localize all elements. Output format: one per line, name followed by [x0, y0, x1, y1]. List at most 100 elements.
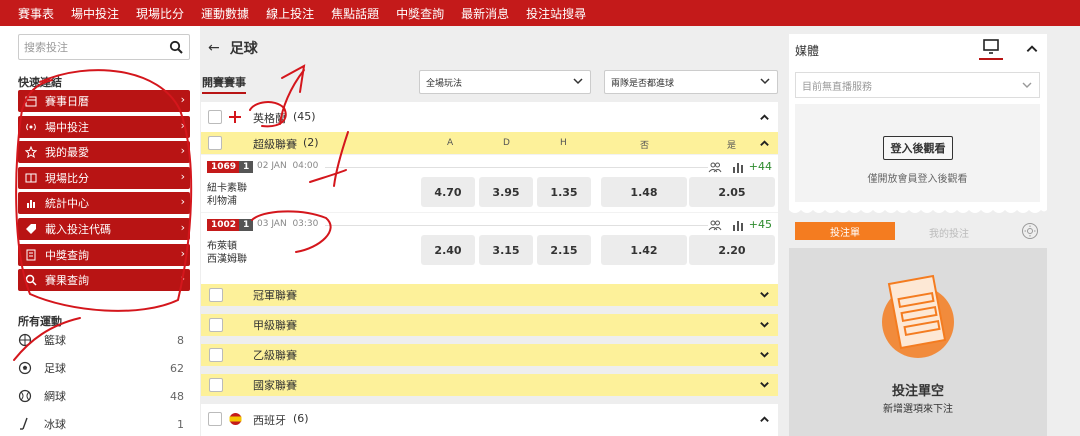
quick-link-favourites[interactable]: 我的最愛 ›	[18, 141, 190, 164]
league-count: (6)	[293, 412, 309, 425]
quick-link-label: 載入投注代碼	[45, 222, 111, 236]
odds-button-yes[interactable]: 2.20	[689, 235, 775, 265]
betslip-empty-panel: 投注單空 新增選項來下注	[789, 248, 1047, 436]
login-to-watch-button[interactable]: 登入後觀看	[883, 136, 953, 160]
tab-my-bets[interactable]: 我的投注	[929, 225, 969, 240]
nav-live-scores[interactable]: 現場比分	[136, 5, 184, 22]
league-checkbox[interactable]	[208, 412, 222, 426]
match-id-badge: 1069	[207, 161, 241, 173]
odds-button-away[interactable]: 2.40	[421, 235, 475, 265]
divider	[325, 225, 708, 226]
chevron-right-icon: ›	[180, 246, 185, 260]
sport-label: 網球	[44, 390, 66, 403]
tennis-icon	[18, 389, 32, 403]
chevron-down-icon	[1022, 82, 1032, 88]
sub-league-champions[interactable]: 冠軍聯賽	[201, 284, 778, 306]
sports-list: 籃球 8 足球 62 網球 48 冰球 1	[18, 326, 190, 436]
sub-league-checkbox[interactable]	[209, 378, 223, 392]
sub-league-name: 國家聯賽	[253, 379, 297, 392]
lineup-icon[interactable]	[708, 160, 722, 174]
england-flag-icon	[229, 111, 241, 123]
chevron-down-icon[interactable]	[759, 379, 770, 390]
gear-icon[interactable]	[1021, 222, 1039, 240]
col-header-no: 否	[640, 141, 650, 151]
chevron-up-icon[interactable]	[1025, 42, 1039, 56]
quick-link-calendar[interactable]: 賽事日曆 ›	[18, 90, 190, 112]
league-header-england[interactable]: 英格蘭 (45)	[201, 102, 778, 132]
back-arrow-icon[interactable]: ←	[208, 40, 220, 56]
chevron-down-icon[interactable]	[759, 349, 770, 360]
sub-league-league-one[interactable]: 甲級聯賽	[201, 314, 778, 336]
search-icon[interactable]	[169, 40, 183, 54]
odds-button-yes[interactable]: 2.05	[689, 177, 775, 207]
sport-item-basketball[interactable]: 籃球 8	[18, 326, 190, 354]
hockey-icon	[20, 417, 28, 430]
quick-link-label: 場中投注	[45, 120, 89, 134]
scoreboard-icon	[25, 173, 37, 183]
chevron-up-icon[interactable]	[759, 414, 770, 425]
search-box	[18, 34, 190, 60]
odds-button-no[interactable]: 1.42	[601, 235, 687, 265]
sport-item-tennis[interactable]: 網球 48	[18, 382, 190, 410]
league-checkbox[interactable]	[208, 110, 222, 124]
odds-button-away[interactable]: 4.70	[421, 177, 475, 207]
sub-league-checkbox[interactable]	[208, 136, 222, 150]
nav-online-betting[interactable]: 線上投注	[266, 5, 314, 22]
monitor-icon[interactable]	[980, 38, 1002, 56]
away-team: 利物浦	[207, 196, 237, 207]
chevron-right-icon: ›	[180, 272, 185, 286]
league-spain[interactable]: 西班牙 (6)	[201, 404, 778, 436]
quick-link-live[interactable]: 場中投注 ›	[18, 115, 190, 138]
login-note: 僅開放會員登入後觀看	[867, 174, 968, 185]
tab-pre-match[interactable]: 開賽賽事	[202, 74, 246, 94]
odds-button-draw[interactable]: 3.95	[479, 177, 533, 207]
more-markets-link[interactable]: +44	[749, 160, 772, 173]
stats-icon	[27, 200, 35, 209]
odds-button-home[interactable]: 1.35	[537, 177, 591, 207]
quick-link-bet-code[interactable]: 載入投注代碼 ›	[18, 217, 190, 240]
sub-league-name: 甲級聯賽	[253, 319, 297, 332]
tab-betslip[interactable]: 投注單	[795, 222, 895, 240]
quick-link-label: 中獎查詢	[45, 248, 89, 262]
sub-league-national[interactable]: 國家聯賽	[201, 374, 778, 396]
nav-outlet-search[interactable]: 投注站搜尋	[526, 5, 586, 22]
market-dropdown[interactable]: 全場玩法	[419, 70, 591, 94]
chevron-up-icon[interactable]	[759, 138, 770, 149]
betslip-empty-subtitle: 新增選項來下注	[883, 404, 953, 415]
nav-news[interactable]: 最新消息	[461, 5, 509, 22]
stream-dropdown[interactable]: 目前無直播服務	[795, 72, 1040, 98]
col-header-yes: 是	[727, 141, 737, 151]
market2-dropdown[interactable]: 兩隊是否都進球	[604, 70, 778, 94]
sub-league-checkbox[interactable]	[209, 318, 223, 332]
chevron-up-icon[interactable]	[759, 112, 770, 123]
chevron-down-icon[interactable]	[759, 319, 770, 330]
sub-league-league-two[interactable]: 乙級聯賽	[201, 344, 778, 366]
search-input[interactable]	[19, 35, 159, 59]
more-markets-link[interactable]: +45	[749, 218, 772, 231]
sub-league-checkbox[interactable]	[209, 348, 223, 362]
sport-item-football[interactable]: 足球 62	[18, 354, 190, 382]
odds-button-draw[interactable]: 3.15	[479, 235, 533, 265]
odds-button-home[interactable]: 2.15	[537, 235, 591, 265]
nav-hot-topics[interactable]: 焦點話題	[331, 5, 379, 22]
media-panel: 媒體 目前無直播服務 登入後觀看 僅開放會員登入後觀看	[789, 34, 1047, 204]
sub-league-checkbox[interactable]	[209, 288, 223, 302]
stats-icon[interactable]	[731, 160, 745, 174]
chevron-down-icon[interactable]	[759, 289, 770, 300]
nav-sports-data[interactable]: 運動數據	[201, 5, 249, 22]
nav-fixtures[interactable]: 賽事表	[18, 5, 54, 22]
quick-link-winnings[interactable]: 中獎查詢 ›	[18, 243, 190, 266]
odds-button-no[interactable]: 1.48	[601, 177, 687, 207]
media-title: 媒體	[795, 44, 820, 58]
quick-link-label: 賽果查詢	[45, 274, 89, 288]
quick-link-stats[interactable]: 統計中心 ›	[18, 192, 190, 215]
nav-results-check[interactable]: 中獎查詢	[396, 5, 444, 22]
sport-item-hockey[interactable]: 冰球 1	[18, 410, 190, 436]
nav-live-betting[interactable]: 場中投注	[71, 5, 119, 22]
lineup-icon[interactable]	[708, 218, 722, 232]
quick-link-scores[interactable]: 現場比分 ›	[18, 166, 190, 189]
stats-icon[interactable]	[731, 218, 745, 232]
quick-link-results[interactable]: 賽果查詢 ›	[18, 269, 190, 292]
sub-league-premier[interactable]: 超級聯賽 (2) A D H 否 是	[201, 132, 778, 154]
ticket-icon	[26, 249, 36, 261]
